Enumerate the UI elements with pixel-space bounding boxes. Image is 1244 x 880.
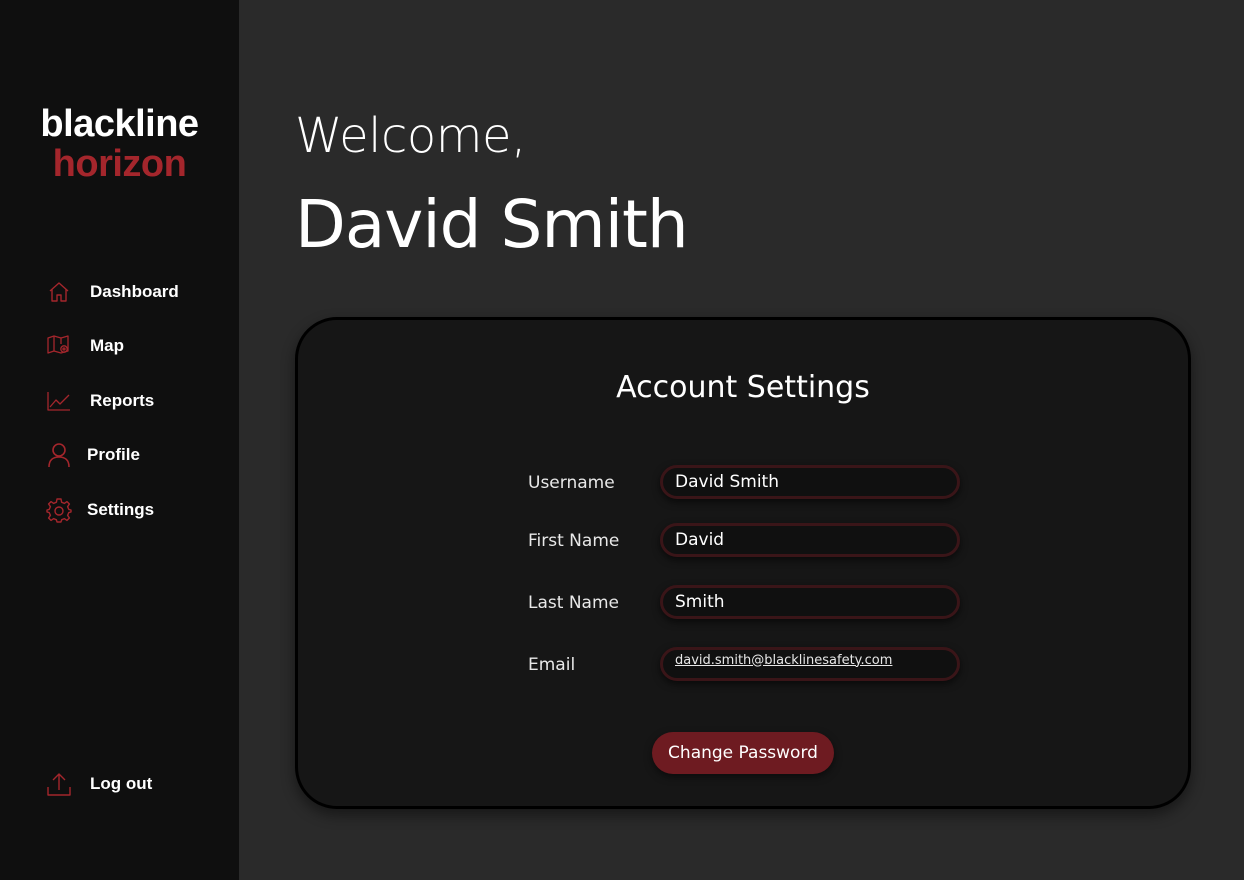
email-field[interactable] xyxy=(660,647,960,681)
sidebar-item-map[interactable]: Map xyxy=(44,331,124,361)
sidebar-item-label: Map xyxy=(90,336,124,355)
last-name-label: Last Name xyxy=(528,593,619,613)
welcome-greeting: Welcome, xyxy=(295,108,526,164)
sidebar-item-label: Reports xyxy=(90,391,155,410)
home-icon xyxy=(44,277,74,307)
first-name-field[interactable] xyxy=(660,523,960,557)
sidebar-item-label: Dashboard xyxy=(90,282,179,301)
chart-icon xyxy=(44,386,74,416)
logout-icon xyxy=(44,769,74,799)
logout-button[interactable]: Log out xyxy=(44,769,152,799)
sidebar-item-dashboard[interactable]: Dashboard xyxy=(44,277,179,307)
account-settings-title: Account Settings xyxy=(616,370,870,405)
change-password-button[interactable]: Change Password xyxy=(652,732,834,774)
brand-logo: blackline horizon xyxy=(0,104,239,184)
sidebar-item-label: Profile xyxy=(87,445,140,464)
brand-line1: blackline xyxy=(40,103,199,145)
sidebar-item-settings[interactable]: Settings xyxy=(44,495,154,525)
sidebar-item-profile[interactable]: Profile xyxy=(44,440,140,470)
user-icon xyxy=(44,440,74,470)
sidebar: blackline horizon Dashboard Map Reports … xyxy=(0,0,239,880)
user-name-heading: David Smith xyxy=(295,186,689,263)
account-settings-card: Account Settings Username First Name Las… xyxy=(295,317,1191,809)
username-field[interactable] xyxy=(660,465,960,499)
last-name-field[interactable] xyxy=(660,585,960,619)
gear-icon xyxy=(44,495,74,525)
first-name-label: First Name xyxy=(528,531,620,551)
sidebar-item-label: Settings xyxy=(87,500,155,519)
username-label: Username xyxy=(528,473,615,493)
map-icon xyxy=(44,331,74,361)
brand-line2: horizon xyxy=(52,143,187,185)
email-label: Email xyxy=(528,655,576,675)
sidebar-item-reports[interactable]: Reports xyxy=(44,386,154,416)
logout-label: Log out xyxy=(90,774,153,793)
